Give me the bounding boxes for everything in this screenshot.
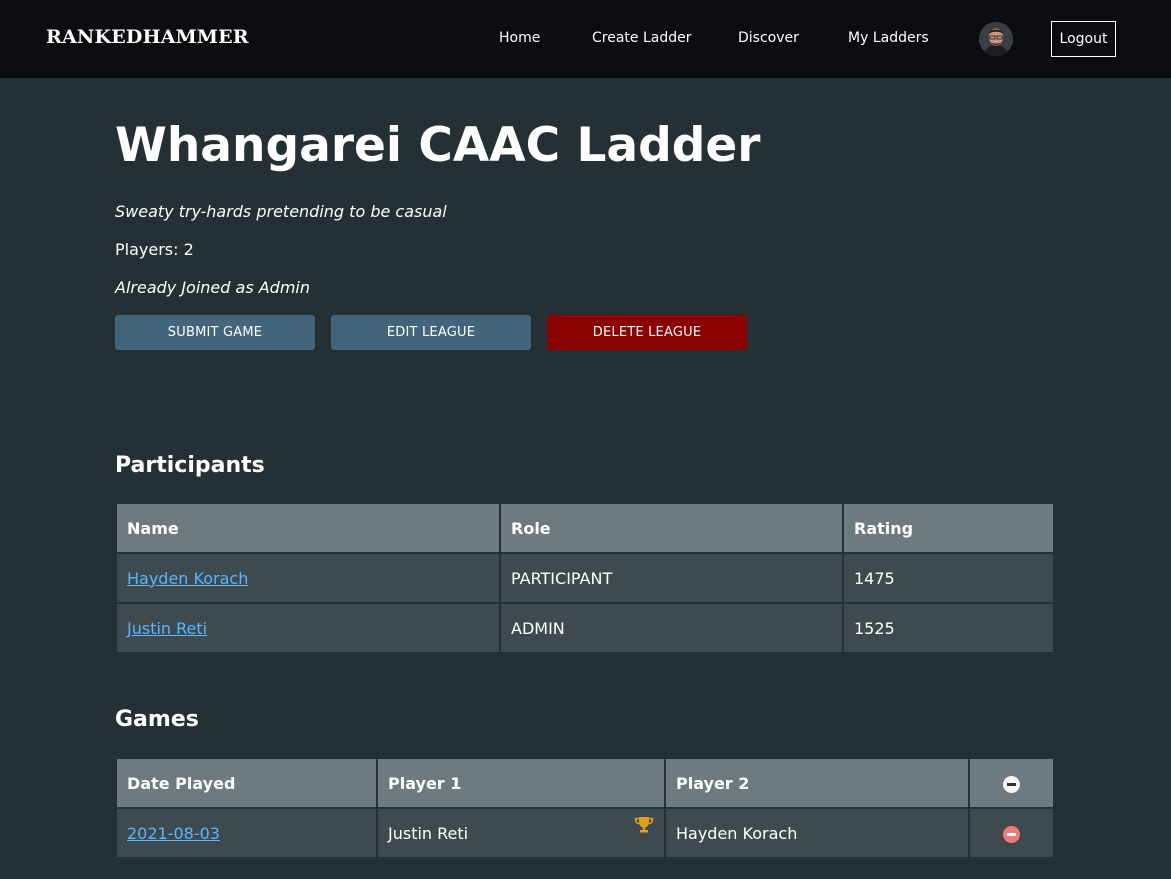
participant-link[interactable]: Hayden Korach: [127, 569, 248, 588]
game-player1: Justin Reti: [388, 823, 469, 843]
nav-create-ladder[interactable]: Create Ladder: [592, 30, 692, 46]
game-player2: Hayden Korach: [666, 809, 968, 857]
table-row: Hayden Korach PARTICIPANT 1475: [117, 554, 1053, 602]
column-header-rating: Rating: [844, 504, 1053, 552]
participant-link[interactable]: Justin Reti: [127, 619, 207, 638]
membership-status: Already Joined as Admin: [115, 278, 311, 297]
game-remove-cell: [970, 809, 1053, 857]
game-date-link[interactable]: 2021-08-03: [127, 824, 220, 843]
top-navbar: RANKEDHAMMER Home Create Ladder Discover…: [0, 0, 1171, 78]
games-table: Date Played Player 1 Player 2 2021-08-03…: [115, 757, 1055, 859]
remove-game-icon[interactable]: [1003, 825, 1020, 843]
trophy-icon: [634, 816, 654, 838]
logout-button[interactable]: Logout: [1051, 21, 1116, 57]
column-header-player2: Player 2: [666, 759, 968, 807]
participants-heading: Participants: [115, 453, 265, 478]
games-heading: Games: [115, 707, 199, 732]
remove-circle-icon: [1003, 775, 1020, 793]
nav-discover[interactable]: Discover: [738, 30, 799, 46]
page-title: Whangarei CAAC Ladder: [115, 118, 761, 173]
nav-my-ladders[interactable]: My Ladders: [848, 30, 929, 46]
participant-name-cell: Justin Reti: [117, 604, 499, 652]
edit-league-button[interactable]: EDIT LEAGUE: [331, 315, 531, 350]
column-header-remove: [970, 759, 1053, 807]
brand-logo[interactable]: RANKEDHAMMER: [46, 26, 249, 48]
column-header-player1: Player 1: [378, 759, 664, 807]
participants-table: Name Role Rating Hayden Korach PARTICIPA…: [115, 502, 1055, 654]
participant-rating: 1475: [844, 554, 1053, 602]
table-row: Justin Reti ADMIN 1525: [117, 604, 1053, 652]
user-avatar[interactable]: [979, 22, 1013, 56]
participant-role: PARTICIPANT: [501, 554, 842, 602]
column-header-role: Role: [501, 504, 842, 552]
delete-league-button[interactable]: DELETE LEAGUE: [547, 315, 747, 350]
column-header-name: Name: [117, 504, 499, 552]
participant-role: ADMIN: [501, 604, 842, 652]
game-player1-cell: Justin Reti: [378, 809, 664, 857]
participant-name-cell: Hayden Korach: [117, 554, 499, 602]
game-date-cell: 2021-08-03: [117, 809, 376, 857]
ladder-description: Sweaty try-hards pretending to be casual: [115, 202, 447, 221]
nav-home[interactable]: Home: [499, 30, 540, 46]
participant-rating: 1525: [844, 604, 1053, 652]
games-header-row: Date Played Player 1 Player 2: [117, 759, 1053, 807]
submit-game-button[interactable]: SUBMIT GAME: [115, 315, 315, 350]
table-row: 2021-08-03 Justin Reti Hayden Korach: [117, 809, 1053, 857]
player-count: Players: 2: [115, 240, 194, 259]
participants-header-row: Name Role Rating: [117, 504, 1053, 552]
column-header-date: Date Played: [117, 759, 376, 807]
